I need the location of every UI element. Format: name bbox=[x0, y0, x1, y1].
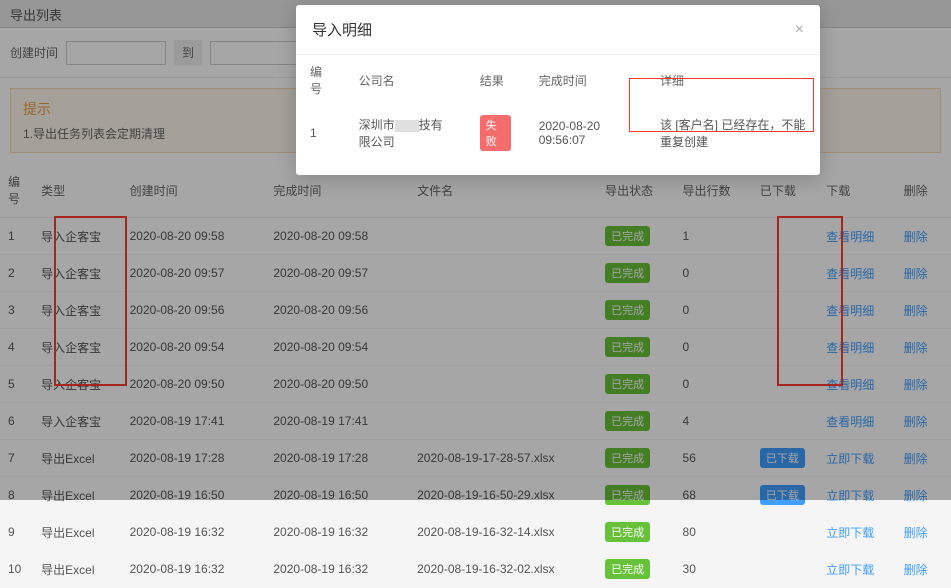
type-cell: 导出Excel bbox=[33, 551, 121, 588]
modal-header-row: 编号 公司名 结果 完成时间 详细 bbox=[296, 55, 820, 106]
modal-table: 编号 公司名 结果 完成时间 详细 1 深圳市技有限公司 失败 2020-08-… bbox=[296, 54, 820, 161]
detail-cell: 该 [客户名] 已经存在，不能重复创建 bbox=[646, 105, 820, 161]
redacted-mask bbox=[395, 120, 419, 132]
download-now-link[interactable]: 立即下载 bbox=[826, 563, 874, 577]
status-badge: 已完成 bbox=[605, 522, 650, 542]
import-detail-modal: 导入明细 × 编号 公司名 结果 完成时间 详细 1 深圳市技有限公司 失败 2… bbox=[296, 5, 820, 175]
modal-title: 导入明细 bbox=[312, 19, 372, 40]
modal-row: 1 深圳市技有限公司 失败 2020-08-20 09:56:07 该 [客户名… bbox=[296, 105, 820, 161]
delete-link[interactable]: 删除 bbox=[904, 563, 928, 577]
table-row: 9导出Excel2020-08-19 16:322020-08-19 16:32… bbox=[0, 514, 951, 551]
status-badge: 已完成 bbox=[605, 559, 650, 579]
type-cell: 导出Excel bbox=[33, 514, 121, 551]
close-icon[interactable]: × bbox=[795, 21, 804, 39]
table-row: 10导出Excel2020-08-19 16:322020-08-19 16:3… bbox=[0, 551, 951, 588]
download-now-link[interactable]: 立即下载 bbox=[826, 526, 874, 540]
company-cell: 深圳市技有限公司 bbox=[345, 105, 466, 161]
delete-link[interactable]: 删除 bbox=[904, 526, 928, 540]
result-badge: 失败 bbox=[480, 115, 511, 151]
